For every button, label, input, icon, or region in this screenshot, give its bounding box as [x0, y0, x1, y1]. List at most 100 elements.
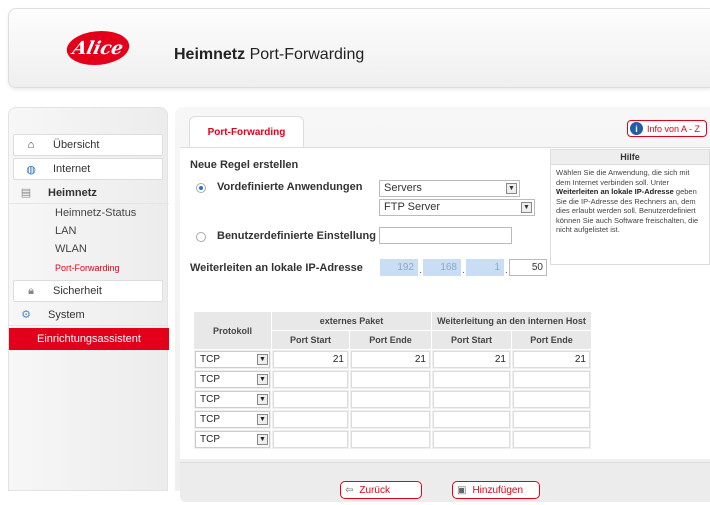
page-title-rest: Port-Forwarding: [245, 46, 365, 63]
info-button-label: Info von A - Z: [647, 123, 701, 134]
sidebar-sub-port-forwarding[interactable]: Port-Forwarding: [55, 263, 120, 273]
tab-port-forwarding[interactable]: Port-Forwarding: [189, 116, 304, 148]
int-port-end-header: Port Ende: [511, 330, 592, 350]
predefined-label: Vordefinierte Anwendungen: [217, 181, 363, 193]
sidebar-item-label: Internet: [53, 163, 91, 175]
ip-octet-2[interactable]: 168: [423, 259, 461, 276]
int-port-end-input[interactable]: [513, 371, 590, 388]
sidebar-item-label: Sicherheit: [53, 285, 102, 297]
application-select[interactable]: FTP Server ▼: [379, 199, 535, 216]
add-document-icon: ▣: [457, 484, 467, 496]
int-port-start-header: Port Start: [431, 330, 512, 350]
sidebar-sub-lan[interactable]: LAN: [55, 225, 76, 237]
int-port-end-input[interactable]: [513, 391, 590, 408]
int-port-start-input[interactable]: [433, 371, 510, 388]
main-panel: Port-Forwarding i Info von A - Z Neue Re…: [175, 107, 710, 491]
chevron-down-icon: ▼: [257, 414, 268, 425]
ext-port-start-input[interactable]: [273, 431, 348, 448]
protocol-select[interactable]: TCP ▼: [195, 371, 270, 388]
rule-heading: Neue Regel erstellen: [190, 159, 299, 171]
page-title: Heimnetz Port-Forwarding: [174, 46, 364, 64]
table-row: TCP ▼: [193, 389, 592, 410]
info-icon: i: [630, 122, 643, 135]
sidebar-item-label: Heimnetz: [48, 186, 97, 199]
application-value: FTP Server: [384, 201, 441, 213]
ip-octet-3[interactable]: 1: [466, 259, 504, 276]
ip-octet-4[interactable]: 50: [509, 259, 547, 276]
gear-icon: ⚙: [21, 309, 31, 321]
add-button-label: Hinzufügen: [472, 484, 524, 496]
radio-custom[interactable]: [196, 232, 206, 242]
sidebar-item-sicherheit[interactable]: 🔒︎ Sicherheit: [13, 280, 163, 302]
info-button[interactable]: i Info von A - Z: [627, 120, 708, 137]
sidebar-item-uebersicht[interactable]: ⌂ Übersicht: [13, 134, 163, 156]
ext-port-end-input[interactable]: 21: [351, 351, 430, 368]
ext-port-end-input[interactable]: [351, 371, 430, 388]
sidebar-item-system[interactable]: ⚙ System: [9, 304, 169, 326]
protocol-select[interactable]: TCP ▼: [195, 431, 270, 448]
custom-label: Benutzerdefinierte Einstellung: [217, 230, 376, 242]
network-icon: ▤: [20, 187, 32, 199]
ext-port-start-header: Port Start: [271, 330, 350, 350]
chevron-down-icon: ▼: [257, 394, 268, 405]
radio-predefined[interactable]: [196, 183, 206, 193]
sidebar-item-label: Übersicht: [53, 139, 100, 151]
ext-port-start-input[interactable]: [273, 371, 348, 388]
ext-port-end-input[interactable]: [351, 431, 430, 448]
ext-port-start-input[interactable]: [273, 411, 348, 428]
ext-port-end-input[interactable]: [351, 391, 430, 408]
chevron-down-icon: ▼: [506, 183, 517, 194]
sidebar-item-heimnetz[interactable]: ▤ Heimnetz: [9, 182, 169, 204]
back-button[interactable]: ⇦ Zurück: [340, 481, 422, 499]
add-button[interactable]: ▣ Hinzufügen: [452, 481, 540, 499]
table-row: TCP ▼: [193, 369, 592, 390]
protocol-select[interactable]: TCP ▼: [195, 351, 270, 368]
sidebar: ⌂ Übersicht ◍ Internet ▤ Heimnetz Heimne…: [8, 107, 169, 491]
protocol-select[interactable]: TCP ▼: [195, 391, 270, 408]
chevron-down-icon: ▼: [521, 202, 532, 213]
ext-port-start-input[interactable]: [273, 391, 348, 408]
sidebar-item-label: System: [48, 308, 85, 321]
internal-host-header: Weiterleitung an den internen Host: [431, 311, 592, 331]
category-select[interactable]: Servers ▼: [379, 180, 520, 197]
ext-port-end-input[interactable]: [351, 411, 430, 428]
int-port-start-input[interactable]: [433, 431, 510, 448]
back-button-label: Zurück: [359, 484, 390, 496]
custom-setting-input[interactable]: [379, 227, 512, 244]
logo-text: Alice: [70, 37, 126, 59]
chevron-down-icon: ▼: [257, 354, 268, 365]
port-forwarding-table: Protokoll externes Paket Weiterleitung a…: [193, 311, 592, 450]
int-port-end-input[interactable]: [513, 431, 590, 448]
wizard-button[interactable]: Einrichtungsassistent: [9, 328, 169, 350]
chevron-down-icon: ▼: [257, 434, 268, 445]
header-bar: Alice Heimnetz Port-Forwarding: [8, 8, 710, 88]
ext-port-start-input[interactable]: 21: [273, 351, 348, 368]
table-row: TCP ▼: [193, 429, 592, 450]
page-title-bold: Heimnetz: [174, 46, 246, 63]
arrow-left-icon: ⇦: [345, 484, 354, 496]
alice-logo[interactable]: Alice: [63, 31, 133, 65]
help-box: Hilfe Wählen Sie die Anwendung, die sich…: [550, 149, 710, 265]
chevron-down-icon: ▼: [257, 374, 268, 385]
help-text: Wählen Sie die Anwendung, die sich mit d…: [556, 168, 699, 234]
sidebar-sub-heimnetz-status[interactable]: Heimnetz-Status: [55, 207, 136, 219]
ext-port-end-header: Port Ende: [349, 330, 432, 350]
int-port-end-input[interactable]: [513, 411, 590, 428]
globe-icon: ◍: [26, 163, 36, 176]
int-port-start-input[interactable]: [433, 411, 510, 428]
sidebar-sub-wlan[interactable]: WLAN: [55, 243, 87, 255]
lock-icon: 🔒︎: [28, 284, 34, 297]
table-row: TCP ▼: [193, 409, 592, 430]
int-port-start-input[interactable]: [433, 391, 510, 408]
int-port-end-input[interactable]: 21: [513, 351, 590, 368]
table-row: TCP ▼ 21 21 21 21: [193, 349, 592, 370]
ip-octet-1[interactable]: 192: [380, 259, 418, 276]
sidebar-item-internet[interactable]: ◍ Internet: [13, 158, 163, 180]
help-title: Hilfe: [551, 150, 709, 165]
category-value: Servers: [384, 182, 422, 194]
int-port-start-input[interactable]: 21: [433, 351, 510, 368]
protocol-select[interactable]: TCP ▼: [195, 411, 270, 428]
forward-ip-label: Weiterleiten an lokale IP-Adresse: [190, 262, 363, 274]
house-icon: ⌂: [27, 139, 35, 151]
footer-bar: ⇦ Zurück ▣ Hinzufügen: [180, 462, 710, 502]
